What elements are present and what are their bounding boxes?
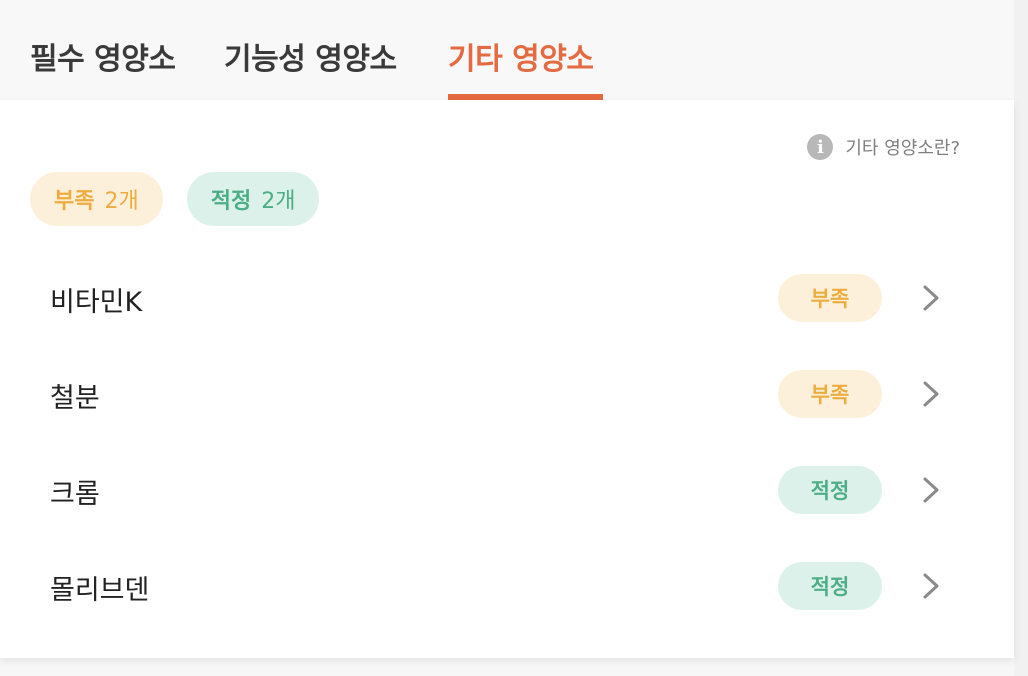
- nutrient-name: 몰리브덴: [50, 575, 150, 606]
- status-badge: 적정: [778, 466, 882, 514]
- chevron-right-icon: [923, 573, 939, 599]
- tab-essential-nutrients[interactable]: 필수 영양소: [30, 40, 176, 80]
- nutrient-row-vitamin-k[interactable]: 비타민K 부족: [0, 250, 1014, 346]
- nutrient-name: 크롬: [50, 479, 100, 510]
- help-label: 기타 영양소란?: [845, 138, 960, 159]
- nutrient-card: i 기타 영양소란? 부족 2개 적정 2개 비타민K 부족 철분 부족 크롬 …: [0, 100, 1014, 658]
- nutrient-row-iron[interactable]: 철분 부족: [0, 346, 1014, 442]
- nutrient-name: 철분: [50, 383, 100, 414]
- help-link[interactable]: i 기타 영양소란?: [807, 134, 960, 160]
- lack-summary-pill: 부족 2개: [30, 172, 163, 226]
- info-icon: i: [807, 134, 834, 160]
- status-badge: 적정: [778, 562, 882, 610]
- nutrient-name: 비타민K: [50, 287, 143, 318]
- lack-summary-count: 2개: [104, 189, 139, 214]
- tab-other-nutrients[interactable]: 기타 영양소: [448, 40, 594, 80]
- lack-summary-label: 부족: [54, 189, 95, 214]
- status-badge: 부족: [778, 370, 882, 418]
- chevron-right-icon: [923, 477, 939, 503]
- ok-summary-count: 2개: [261, 189, 296, 214]
- ok-summary-label: 적정: [210, 189, 252, 214]
- ok-summary-pill: 적정 2개: [186, 172, 320, 226]
- status-badge: 부족: [778, 274, 882, 322]
- tab-functional-nutrients[interactable]: 기능성 영양소: [224, 40, 397, 80]
- tab-bar: 필수 영양소 기능성 영양소 기타 영양소: [0, 0, 1014, 100]
- scrollbar-track: [1014, 0, 1028, 676]
- nutrient-row-chromium[interactable]: 크롬 적정: [0, 442, 1014, 538]
- chevron-right-icon: [923, 285, 939, 311]
- status-summary: 부족 2개 적정 2개: [30, 172, 320, 226]
- chevron-right-icon: [923, 381, 939, 407]
- nutrient-row-molybdenum[interactable]: 몰리브덴 적정: [0, 538, 1014, 634]
